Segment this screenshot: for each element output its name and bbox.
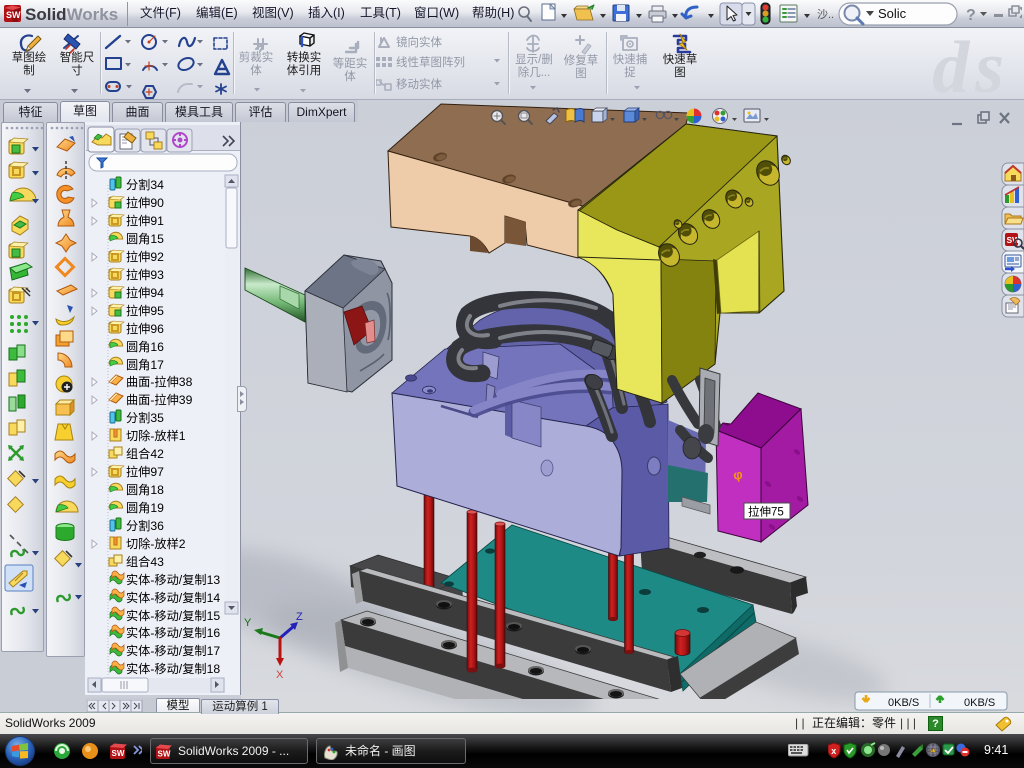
svg-text:x: x [831, 746, 836, 756]
svg-text:SW: SW [112, 749, 125, 758]
svg-text:SW: SW [158, 750, 171, 759]
svg-text:圆角19: 圆角19 [126, 501, 164, 515]
svg-text:曲面-拉伸39: 曲面-拉伸39 [126, 392, 193, 407]
svg-text:SW: SW [6, 10, 21, 20]
svg-text:圆角15: 圆角15 [126, 232, 164, 246]
svg-text:组合42: 组合42 [126, 446, 164, 461]
svg-text:0KB/S: 0KB/S [888, 697, 919, 709]
svg-text:实体-移动/复制17: 实体-移动/复制17 [126, 643, 220, 658]
svg-text:拉伸93: 拉伸93 [126, 267, 164, 282]
svg-text:切除-放样2: 切除-放样2 [126, 536, 186, 551]
svg-text:0KB/S: 0KB/S [964, 697, 995, 709]
svg-text:拉伸91: 拉伸91 [126, 213, 164, 228]
svg-text:拉伸94: 拉伸94 [126, 285, 164, 300]
svg-text:拉伸97: 拉伸97 [126, 464, 164, 479]
svg-text:拉伸96: 拉伸96 [126, 321, 164, 336]
svg-text:实体-移动/复制14: 实体-移动/复制14 [126, 590, 220, 605]
svg-text:实体-移动/复制18: 实体-移动/复制18 [126, 661, 220, 676]
svg-text:Solic: Solic [878, 6, 907, 21]
svg-text:?: ? [966, 7, 976, 24]
svg-text:分割36: 分割36 [126, 518, 164, 533]
svg-text:分割34: 分割34 [126, 177, 164, 192]
svg-text:沙..: 沙.. [817, 8, 834, 21]
svg-text:拉伸95: 拉伸95 [126, 303, 164, 318]
svg-text:实体-移动/复制15: 实体-移动/复制15 [126, 608, 220, 623]
svg-text:分割35: 分割35 [126, 410, 164, 425]
svg-text:曲面-拉伸38: 曲面-拉伸38 [126, 374, 193, 389]
svg-text:拉伸92: 拉伸92 [126, 249, 164, 264]
svg-text:实体-移动/复制13: 实体-移动/复制13 [126, 572, 220, 587]
svg-text:圆角16: 圆角16 [126, 340, 164, 354]
svg-text:圆角18: 圆角18 [126, 483, 164, 497]
svg-text:SolidWorks: SolidWorks [25, 5, 118, 24]
svg-text:实体-移动/复制16: 实体-移动/复制16 [126, 625, 220, 640]
svg-text:组合43: 组合43 [126, 554, 164, 569]
svg-text:拉伸90: 拉伸90 [126, 195, 164, 210]
svg-text:圆角17: 圆角17 [126, 358, 164, 372]
svg-text:切除-放样1: 切除-放样1 [126, 428, 186, 443]
